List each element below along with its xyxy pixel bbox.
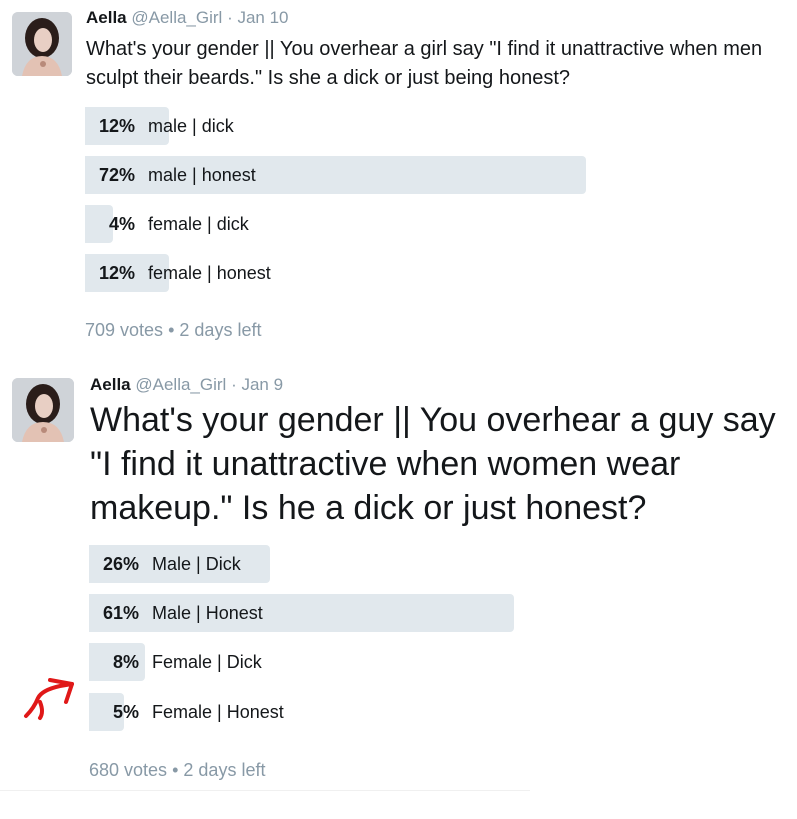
poll-label: Female | Dick: [152, 652, 262, 672]
profile-photo-icon: [12, 378, 74, 442]
poll-percent: 26%: [102, 554, 139, 574]
poll-percent: 72%: [98, 165, 135, 185]
separator-dot: ·: [227, 8, 233, 27]
bullet: •: [172, 760, 179, 780]
tweet-date[interactable]: Jan 10: [237, 8, 288, 27]
poll-label: Male | Dick: [152, 554, 241, 574]
poll-option[interactable]: 61% Male | Honest: [89, 594, 789, 632]
poll-percent: 61%: [102, 603, 139, 623]
author-handle[interactable]: @Aella_Girl: [131, 8, 222, 27]
poll-percent: 5%: [112, 702, 139, 722]
poll-percent: 12%: [98, 116, 135, 136]
tweet-text: What's your gender || You overhear a guy…: [90, 401, 776, 527]
vote-count: 680 votes: [89, 760, 168, 780]
poll-label: male | honest: [148, 165, 256, 185]
author-handle[interactable]: @Aella_Girl: [135, 375, 226, 394]
poll-percent: 12%: [98, 263, 135, 283]
poll-option[interactable]: 12% male | dick: [85, 107, 605, 145]
poll-option[interactable]: 26% Male | Dick: [89, 545, 789, 583]
poll-option[interactable]: 4% female | dick: [85, 205, 605, 243]
time-left: 2 days left: [183, 760, 266, 780]
separator-dot: ·: [231, 375, 237, 394]
poll-percent: 4%: [108, 214, 135, 234]
bullet: •: [168, 320, 175, 340]
poll-option[interactable]: 72% male | honest: [85, 156, 605, 194]
avatar[interactable]: [12, 12, 72, 76]
poll-percent: 8%: [112, 652, 139, 672]
vote-count: 709 votes: [85, 320, 164, 340]
poll-label: Male | Honest: [152, 603, 263, 623]
poll-footer: 680 votes • 2 days left: [89, 760, 265, 781]
poll-label: female | dick: [148, 214, 249, 234]
poll-label: male | dick: [148, 116, 234, 136]
poll-label: female | honest: [148, 263, 271, 283]
avatar[interactable]: [12, 378, 74, 442]
author-name[interactable]: Aella: [90, 375, 131, 394]
poll-footer: 709 votes • 2 days left: [85, 320, 261, 341]
tweet-header: Aella @Aella_Girl · Jan 10: [86, 8, 289, 28]
divider: [0, 790, 530, 791]
poll-option[interactable]: 5% Female | Honest: [89, 693, 789, 731]
poll-option[interactable]: 12% female | honest: [85, 254, 605, 292]
poll-option[interactable]: 8% Female | Dick: [89, 643, 789, 681]
tweet-date[interactable]: Jan 9: [241, 375, 283, 394]
tweet-text: What's your gender || You overhear a gir…: [86, 38, 763, 89]
red-arrow-icon: [24, 678, 74, 720]
time-left: 2 days left: [179, 320, 262, 340]
author-name[interactable]: Aella: [86, 8, 127, 27]
profile-photo-icon: [12, 12, 72, 76]
poll-label: Female | Honest: [152, 702, 284, 722]
tweet-header: Aella @Aella_Girl · Jan 9: [90, 375, 283, 395]
